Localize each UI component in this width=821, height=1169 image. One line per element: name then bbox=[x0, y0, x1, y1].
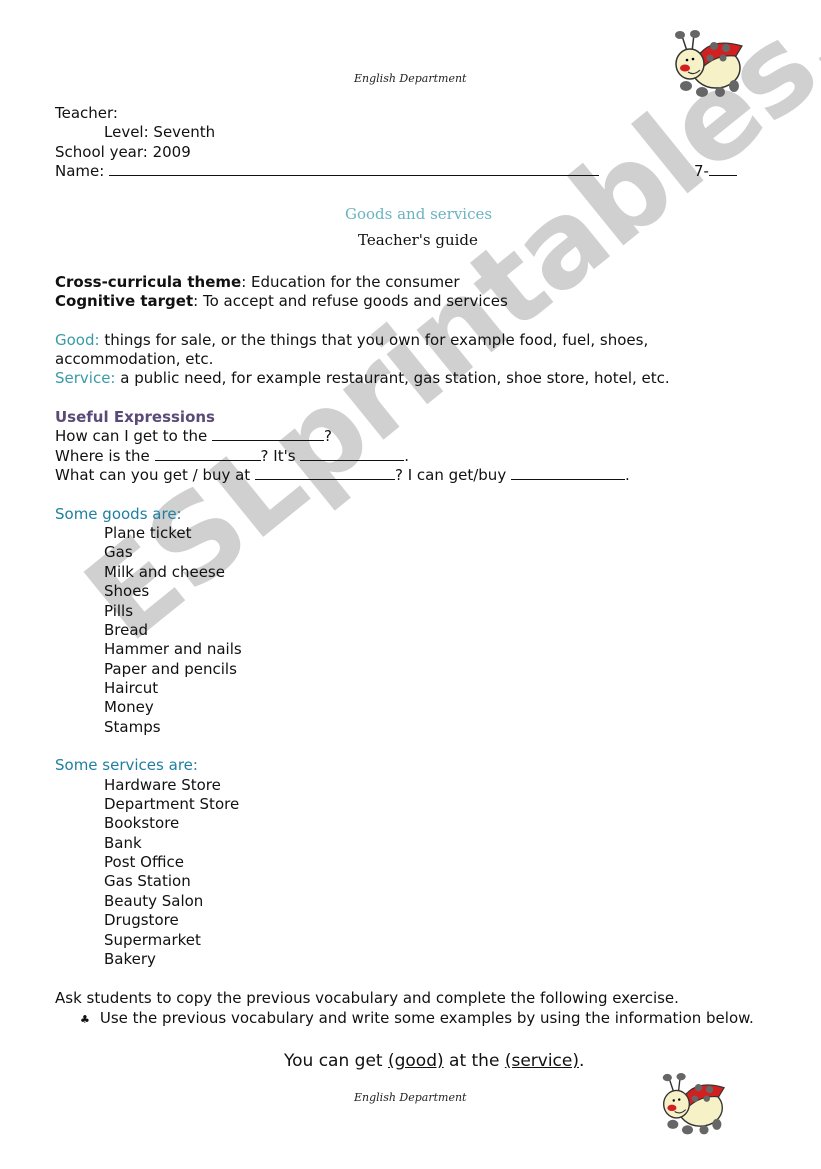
page-title: Goods and services bbox=[345, 205, 493, 223]
school-year-label: School year: 2009 bbox=[55, 143, 191, 161]
theme-label: Cross-curricula theme bbox=[55, 273, 242, 291]
goods-item: Bread bbox=[104, 621, 149, 639]
sentence-text: at the bbox=[443, 1051, 505, 1071]
services-item: Post Office bbox=[104, 853, 184, 871]
group-label: 7- bbox=[694, 162, 709, 180]
ladybug-icon bbox=[675, 30, 743, 97]
services-item: Drugstore bbox=[104, 911, 179, 929]
expression-text: Where is the bbox=[55, 447, 155, 465]
goods-item: Gas bbox=[104, 543, 133, 561]
expression-1: How can I get to the ? bbox=[55, 427, 332, 446]
service-text: a public need, for example restaurant, g… bbox=[115, 369, 670, 387]
good-definition-cont: accommodation, etc. bbox=[55, 350, 214, 368]
goods-item: Plane ticket bbox=[104, 524, 192, 542]
services-item: Supermarket bbox=[104, 931, 201, 949]
instructions-intro: Ask students to copy the previous vocabu… bbox=[55, 989, 679, 1007]
theme-row: Cross-curricula theme: Education for the… bbox=[55, 273, 460, 292]
expression-3: What can you get / buy at ? I can get/bu… bbox=[55, 466, 630, 485]
instructions-bullet: ♣ Use the previous vocabulary and write s… bbox=[80, 1009, 754, 1029]
group-field[interactable] bbox=[708, 162, 737, 176]
goods-item: Stamps bbox=[104, 718, 161, 736]
expression-text: How can I get to the bbox=[55, 427, 213, 445]
goods-heading: Some goods are: bbox=[55, 505, 182, 523]
theme-value: : Education for the consumer bbox=[241, 273, 460, 291]
sentence-text: . bbox=[579, 1051, 585, 1071]
blank-field[interactable] bbox=[254, 466, 395, 480]
blank-field[interactable] bbox=[300, 447, 405, 461]
department-header: English Department bbox=[354, 72, 467, 85]
expression-2: Where is the ? It's . bbox=[55, 447, 409, 466]
services-item: Bookstore bbox=[104, 814, 180, 832]
blank-field[interactable] bbox=[212, 427, 325, 441]
good-label: Good: bbox=[55, 331, 100, 349]
expression-text: . bbox=[624, 466, 630, 484]
department-footer: English Department bbox=[354, 1091, 467, 1104]
blank-field[interactable] bbox=[510, 466, 625, 480]
services-item: Bank bbox=[104, 834, 142, 852]
page-subtitle: Teacher's guide bbox=[358, 231, 478, 249]
group-row: 7- bbox=[694, 162, 737, 181]
target-label: Cognitive target bbox=[55, 292, 194, 310]
name-field[interactable] bbox=[109, 162, 600, 176]
services-item: Department Store bbox=[104, 795, 240, 813]
good-placeholder: (good) bbox=[387, 1051, 444, 1071]
blank-field[interactable] bbox=[154, 447, 261, 461]
ladybug-icon bbox=[662, 1073, 726, 1135]
service-definition: Service: a public need, for example rest… bbox=[55, 369, 670, 388]
sentence-text: You can get bbox=[284, 1051, 388, 1071]
level-label: Level: Seventh bbox=[104, 123, 216, 141]
services-item: Hardware Store bbox=[104, 776, 221, 794]
expression-text: ? bbox=[324, 427, 332, 445]
club-bullet-icon: ♣ bbox=[80, 1013, 90, 1026]
expression-text: . bbox=[404, 447, 410, 465]
services-item: Beauty Salon bbox=[104, 892, 204, 910]
goods-item: Paper and pencils bbox=[104, 660, 237, 678]
teacher-label: Teacher: bbox=[55, 104, 118, 122]
target-value: : To accept and refuse goods and service… bbox=[193, 292, 508, 310]
goods-item: Haircut bbox=[104, 679, 159, 697]
name-label: Name: bbox=[55, 162, 105, 180]
bullet-text: Use the previous vocabulary and write so… bbox=[99, 1009, 754, 1027]
expression-text: What can you get / buy at bbox=[55, 466, 255, 484]
name-row: Name: bbox=[55, 162, 600, 181]
services-item: Bakery bbox=[104, 950, 156, 968]
target-row: Cognitive target: To accept and refuse g… bbox=[55, 292, 508, 311]
services-heading: Some services are: bbox=[55, 756, 198, 774]
good-definition: Good: things for sale, or the things tha… bbox=[55, 331, 648, 350]
goods-item: Pills bbox=[104, 602, 134, 620]
goods-item: Money bbox=[104, 698, 154, 716]
services-item: Gas Station bbox=[104, 872, 191, 890]
good-text: things for sale, or the things that you … bbox=[99, 331, 649, 349]
expressions-heading: Useful Expressions bbox=[55, 408, 215, 426]
service-label: Service: bbox=[55, 369, 116, 387]
service-placeholder: (service) bbox=[504, 1051, 579, 1071]
goods-item: Hammer and nails bbox=[104, 640, 242, 658]
goods-item: Shoes bbox=[104, 582, 150, 600]
goods-item: Milk and cheese bbox=[104, 563, 225, 581]
expression-text: ? I can get/buy bbox=[394, 466, 511, 484]
expression-text: ? It's bbox=[260, 447, 301, 465]
model-sentence: You can get (good) at the (service). bbox=[284, 1050, 584, 1072]
